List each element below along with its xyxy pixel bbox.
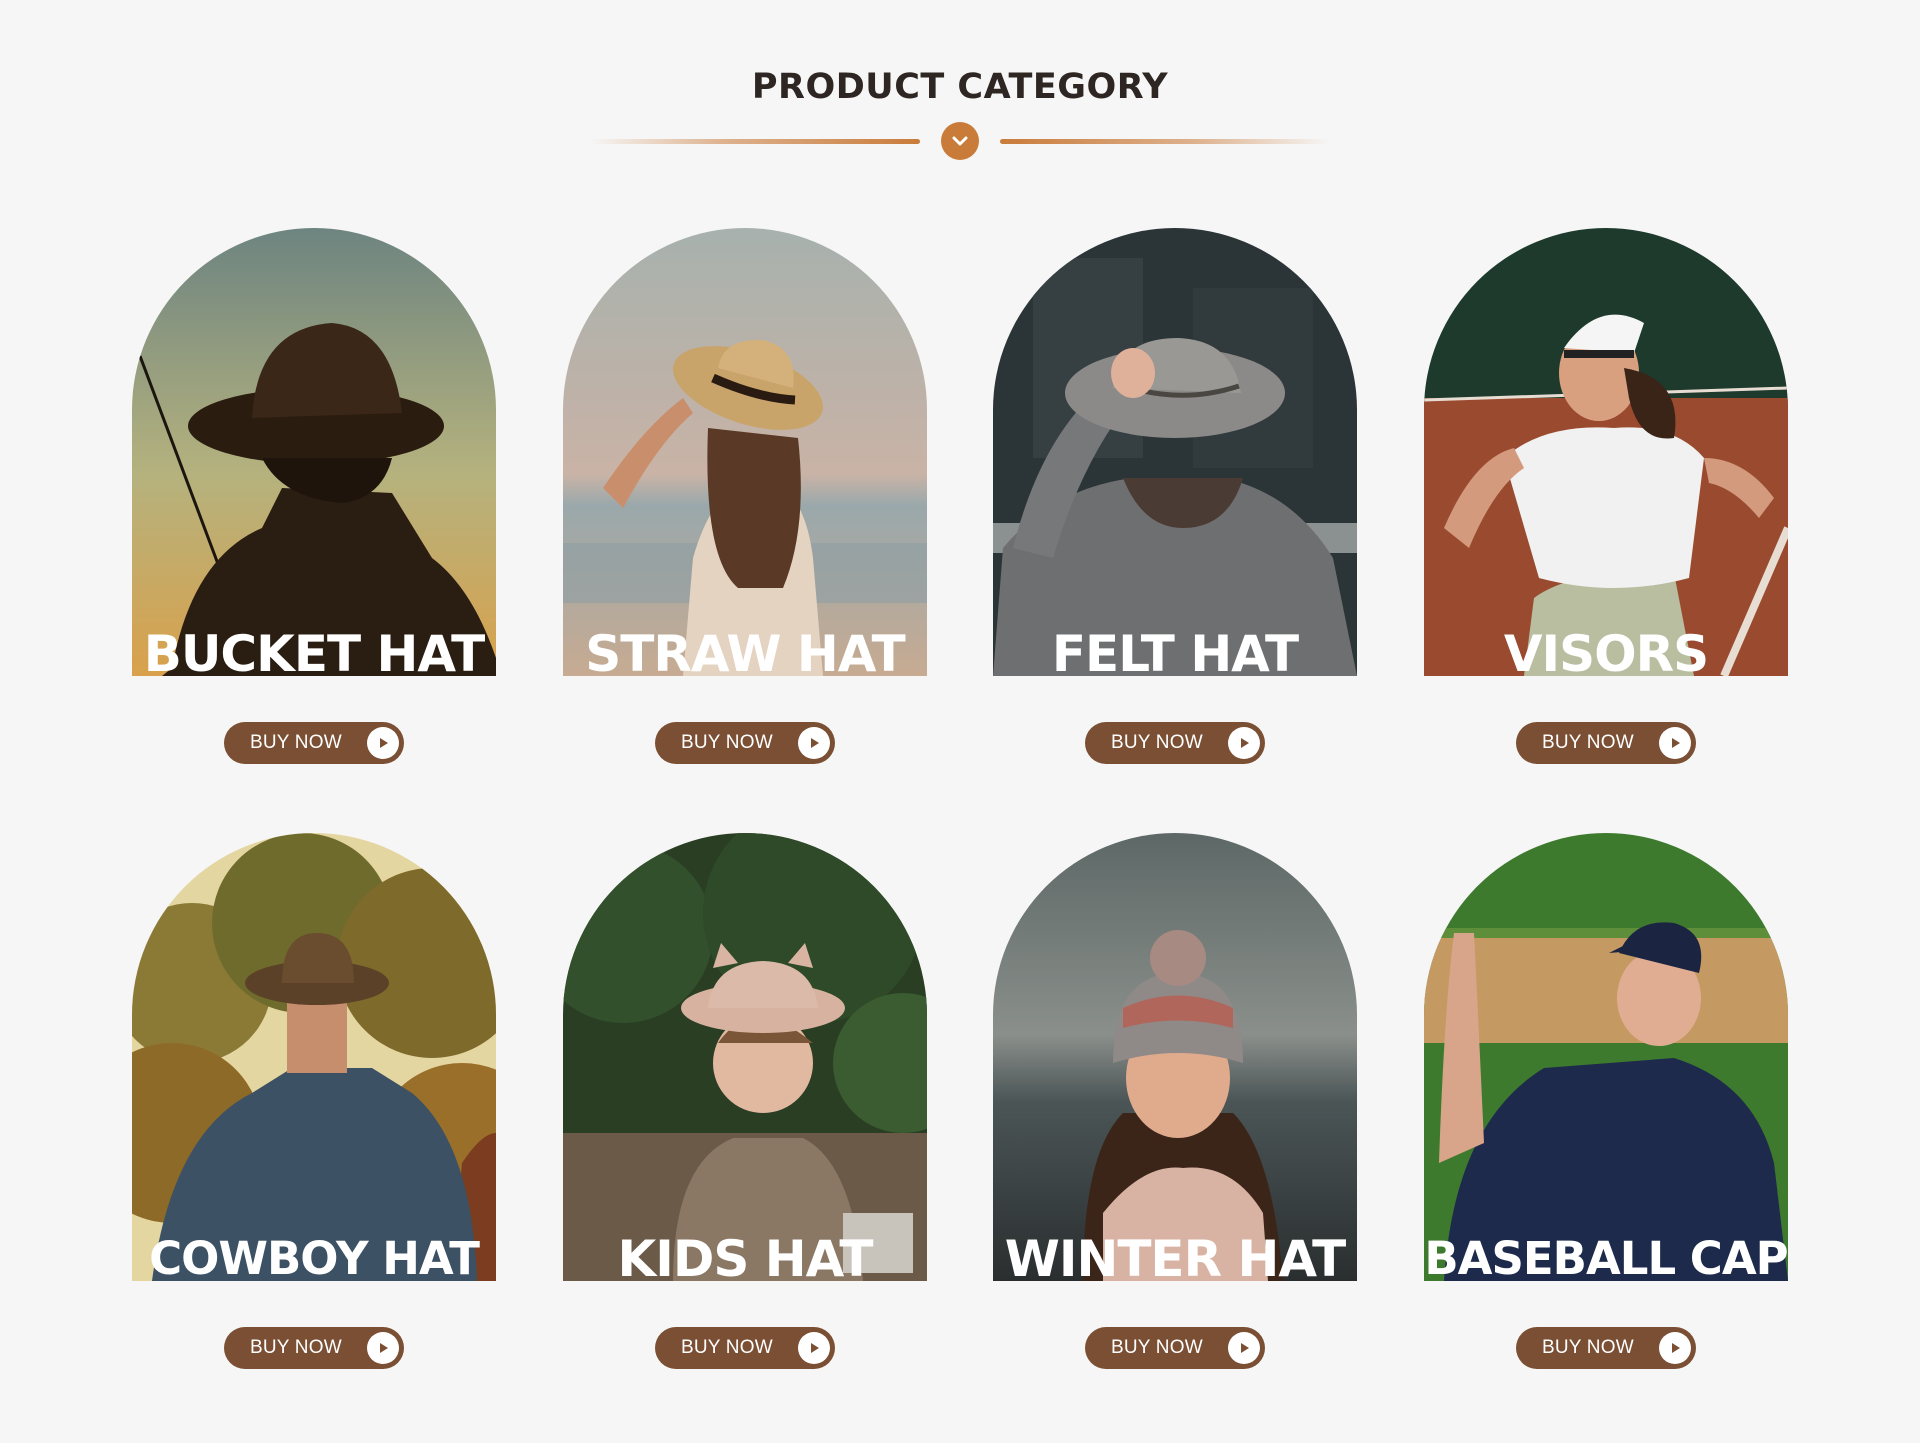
- category-card-winter-hat[interactable]: WINTER HAT BUY NOW: [993, 833, 1357, 1369]
- play-icon: [367, 727, 399, 759]
- category-label: STRAW HAT: [585, 625, 905, 676]
- category-label: KIDS HAT: [617, 1230, 873, 1281]
- category-image-kids-hat[interactable]: KIDS HAT: [563, 833, 927, 1281]
- category-label: COWBOY HAT: [149, 1232, 480, 1281]
- buy-now-label: BUY NOW: [1542, 732, 1634, 753]
- buy-now-label: BUY NOW: [1111, 1337, 1203, 1358]
- category-card-cowboy-hat[interactable]: COWBOY HAT BUY NOW: [132, 833, 496, 1369]
- category-label: BASEBALL CAP: [1424, 1232, 1788, 1281]
- category-image-baseball-cap[interactable]: BASEBALL CAP: [1424, 833, 1788, 1281]
- buy-now-button[interactable]: BUY NOW: [224, 1327, 404, 1369]
- category-image-felt-hat[interactable]: FELT HAT: [993, 228, 1357, 676]
- category-image-visors[interactable]: VISORS: [1424, 228, 1788, 676]
- buy-now-label: BUY NOW: [681, 732, 773, 753]
- category-label: VISORS: [1503, 625, 1709, 676]
- play-icon: [1659, 1332, 1691, 1364]
- buy-now-button[interactable]: BUY NOW: [655, 1327, 835, 1369]
- play-icon: [798, 727, 830, 759]
- category-label: FELT HAT: [1051, 625, 1299, 676]
- buy-now-label: BUY NOW: [250, 1337, 342, 1358]
- category-label: WINTER HAT: [1004, 1230, 1347, 1281]
- category-card-kids-hat[interactable]: KIDS HAT BUY NOW: [563, 833, 927, 1369]
- buy-now-button[interactable]: BUY NOW: [224, 722, 404, 764]
- buy-now-button[interactable]: BUY NOW: [1516, 1327, 1696, 1369]
- buy-now-label: BUY NOW: [1542, 1337, 1634, 1358]
- buy-now-button[interactable]: BUY NOW: [1085, 1327, 1265, 1369]
- buy-now-label: BUY NOW: [681, 1337, 773, 1358]
- category-label: BUCKET HAT: [143, 625, 486, 676]
- buy-now-label: BUY NOW: [250, 732, 342, 753]
- category-image-bucket-hat[interactable]: BUCKET HAT: [132, 228, 496, 676]
- category-card-bucket-hat[interactable]: BUCKET HAT BUY NOW: [132, 228, 496, 764]
- buy-now-button[interactable]: BUY NOW: [1516, 722, 1696, 764]
- play-icon: [1228, 1332, 1260, 1364]
- play-icon: [1228, 727, 1260, 759]
- buy-now-label: BUY NOW: [1111, 732, 1203, 753]
- category-card-felt-hat[interactable]: FELT HAT BUY NOW: [993, 228, 1357, 764]
- category-image-cowboy-hat[interactable]: COWBOY HAT: [132, 833, 496, 1281]
- category-image-straw-hat[interactable]: STRAW HAT: [563, 228, 927, 676]
- play-icon: [798, 1332, 830, 1364]
- buy-now-button[interactable]: BUY NOW: [655, 722, 835, 764]
- play-icon: [367, 1332, 399, 1364]
- category-card-visors[interactable]: VISORS BUY NOW: [1424, 228, 1788, 764]
- category-card-straw-hat[interactable]: STRAW HAT BUY NOW: [563, 228, 927, 764]
- buy-now-button[interactable]: BUY NOW: [1085, 722, 1265, 764]
- category-grid: BUCKET HAT BUY NOW STRAW HAT BUY NOW FEL…: [0, 0, 1920, 1443]
- category-image-winter-hat[interactable]: WINTER HAT: [993, 833, 1357, 1281]
- play-icon: [1659, 727, 1691, 759]
- category-card-baseball-cap[interactable]: BASEBALL CAP BUY NOW: [1424, 833, 1788, 1369]
